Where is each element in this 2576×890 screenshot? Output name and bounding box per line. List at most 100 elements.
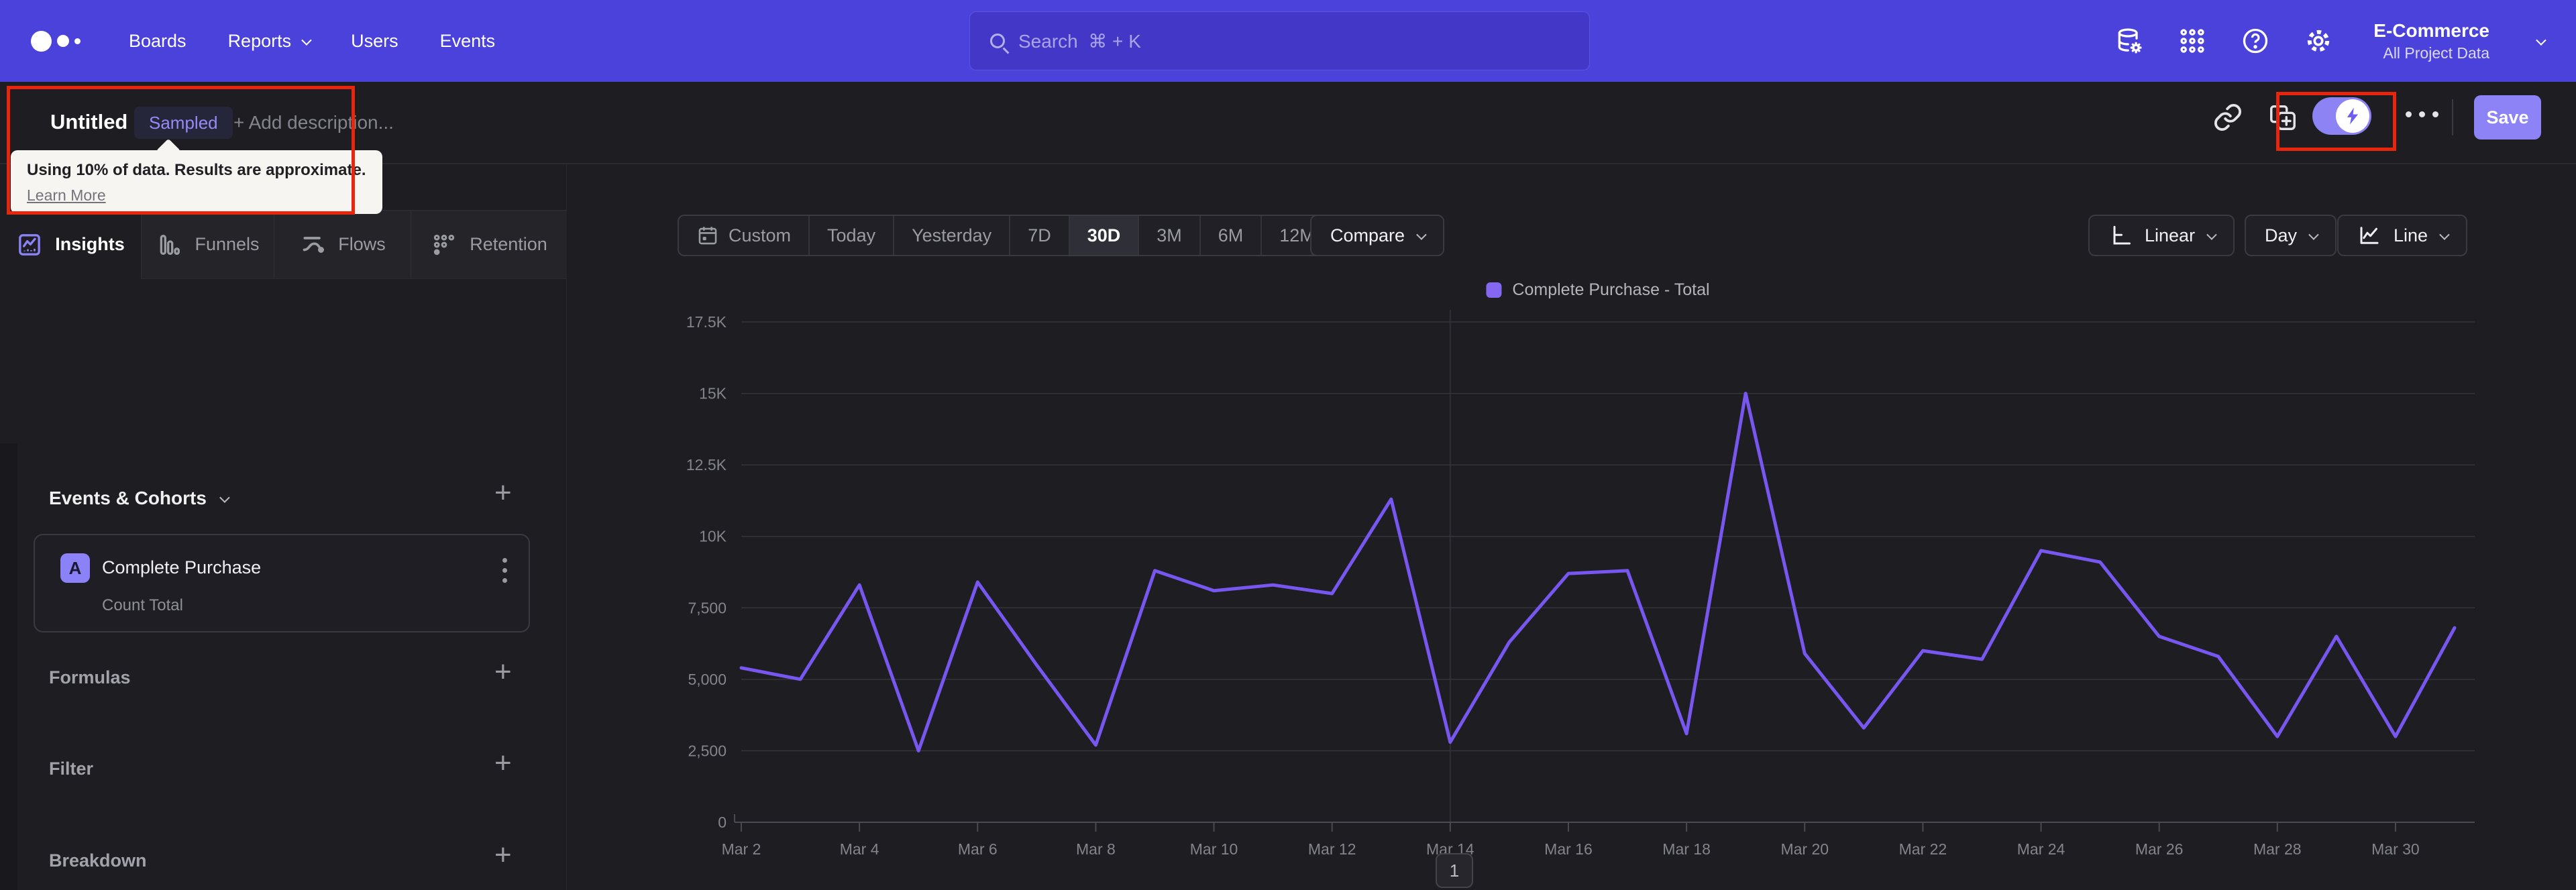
funnels-icon (160, 234, 180, 255)
search-icon (990, 34, 1005, 48)
svg-text:Mar 28: Mar 28 (2253, 840, 2302, 858)
apps-grid-icon[interactable] (2178, 26, 2207, 56)
svg-text:2,500: 2,500 (688, 742, 727, 759)
logo-dot (57, 35, 69, 47)
mixpanel-logo-icon[interactable] (31, 30, 80, 52)
chevron-down-icon (1416, 229, 1427, 240)
svg-text:Mar 16: Mar 16 (1544, 840, 1593, 858)
more-options-button[interactable] (2406, 111, 2438, 117)
sampling-tooltip: Using 10% of data. Results are approxima… (11, 150, 382, 214)
event-name: Complete Purchase (102, 557, 262, 577)
save-button[interactable]: Save (2474, 95, 2541, 140)
range-30d[interactable]: 30D (1069, 216, 1140, 255)
svg-text:Mar 20: Mar 20 (1780, 840, 1829, 858)
svg-text:Mar 6: Mar 6 (958, 840, 998, 858)
copy-link-icon[interactable] (2212, 102, 2243, 133)
range-today[interactable]: Today (810, 216, 895, 255)
chart-legend[interactable]: Complete Purchase - Total (1486, 280, 1710, 300)
range-3m[interactable]: 3M (1139, 216, 1201, 255)
events-cohorts-label: Events & Cohorts (49, 488, 207, 508)
duplicate-add-icon[interactable] (2267, 102, 2298, 133)
nav-item-label: Users (351, 30, 398, 51)
help-icon[interactable] (2241, 26, 2270, 56)
svg-text:Mar 8: Mar 8 (1076, 840, 1116, 858)
settings-gear-icon[interactable] (2304, 26, 2333, 56)
sampled-badge[interactable]: Sampled (134, 107, 233, 139)
add-formula-button[interactable]: + (494, 657, 512, 687)
data-management-icon[interactable] (2114, 26, 2144, 56)
granularity-dropdown[interactable]: Day (2245, 215, 2337, 256)
tab-flows[interactable]: Flows (274, 210, 411, 279)
scale-dropdown[interactable]: Linear (2088, 215, 2235, 256)
svg-text:Mar 22: Mar 22 (1899, 840, 1947, 858)
report-tabs: Insights Funnels Flows Retention (0, 210, 567, 279)
event-metric[interactable]: Count Total (102, 596, 183, 615)
axis-scale-icon (2113, 225, 2131, 245)
chevron-down-icon (2439, 229, 2450, 240)
tab-funnels[interactable]: Funnels (141, 210, 274, 279)
tab-insights[interactable]: Insights (0, 210, 141, 279)
event-kebab-menu[interactable] (502, 558, 507, 583)
granularity-label: Day (2265, 225, 2298, 245)
svg-text:5,000: 5,000 (688, 671, 727, 688)
project-name: E-Commerce (2373, 19, 2489, 41)
svg-text:17.5K: 17.5K (686, 313, 727, 331)
add-description-field[interactable]: + Add description... (233, 112, 394, 133)
nav-item-events[interactable]: Events (440, 31, 496, 52)
legend-label: Complete Purchase - Total (1512, 280, 1710, 299)
line-chart-icon (2360, 227, 2379, 244)
scale-label: Linear (2145, 225, 2196, 245)
nav-item-boards[interactable]: Boards (129, 31, 186, 52)
nav-item-users[interactable]: Users (351, 31, 398, 52)
insights-icon (19, 233, 41, 256)
svg-text:7,500: 7,500 (688, 599, 727, 616)
flows-icon (303, 236, 325, 253)
range-label: Custom (729, 225, 792, 245)
retention-icon (434, 234, 455, 255)
compare-button[interactable]: Compare (1310, 215, 1445, 256)
sidebar-left-rail (0, 443, 17, 890)
project-scope: All Project Data (2383, 44, 2489, 62)
logo-dot (31, 30, 52, 52)
lightning-bolt-icon (2347, 107, 2359, 125)
add-filter-button[interactable]: + (494, 748, 512, 778)
date-range-control: Custom Today Yesterday 7D 30D 3M 6M 12M (678, 215, 1334, 256)
section-breakdown: Breakdown (49, 850, 147, 871)
chevron-down-icon (2308, 229, 2319, 240)
compare-label: Compare (1330, 225, 1405, 245)
nav-item-reports[interactable]: Reports (227, 30, 312, 52)
chart-type-dropdown[interactable]: Line (2337, 215, 2468, 256)
report-title[interactable]: Untitled (50, 110, 127, 134)
learn-more-link[interactable]: Learn More (27, 186, 106, 205)
chevron-down-icon (219, 492, 230, 503)
svg-text:Mar 12: Mar 12 (1308, 840, 1356, 858)
add-event-button[interactable]: + (494, 478, 512, 508)
project-selector[interactable]: E-Commerce All Project Data (2373, 20, 2489, 62)
tab-retention[interactable]: Retention (411, 210, 567, 279)
toggle-knob (2336, 99, 2369, 133)
add-breakdown-button[interactable]: + (494, 840, 512, 870)
sampling-toggle[interactable] (2312, 97, 2371, 135)
navbar-right-cluster: E-Commerce All Project Data (2114, 0, 2546, 82)
svg-text:15K: 15K (699, 385, 727, 402)
pagination-page-1[interactable]: 1 (1436, 853, 1473, 888)
section-filter: Filter (49, 759, 94, 779)
chart-type-label: Line (2394, 225, 2428, 245)
nav-item-label: Reports (227, 30, 292, 51)
svg-text:10K: 10K (699, 528, 727, 545)
search-input[interactable]: Search ⌘ + K (969, 11, 1590, 70)
range-custom[interactable]: Custom (679, 216, 810, 255)
svg-text:Mar 24: Mar 24 (2017, 840, 2065, 858)
svg-text:12.5K: 12.5K (686, 456, 727, 474)
divider (2452, 99, 2453, 135)
events-cohorts-header[interactable]: Events & Cohorts (49, 488, 230, 509)
svg-text:0: 0 (718, 814, 727, 831)
svg-text:Mar 2: Mar 2 (722, 840, 761, 858)
logo-dot (74, 38, 80, 44)
range-6m[interactable]: 6M (1201, 216, 1263, 255)
chevron-down-icon (301, 34, 312, 46)
event-card[interactable]: A Complete Purchase Count Total (34, 534, 530, 632)
range-7d[interactable]: 7D (1010, 216, 1070, 255)
range-yesterday[interactable]: Yesterday (894, 216, 1011, 255)
top-navbar: Boards Reports Users Events Search ⌘ + K (0, 0, 2576, 82)
